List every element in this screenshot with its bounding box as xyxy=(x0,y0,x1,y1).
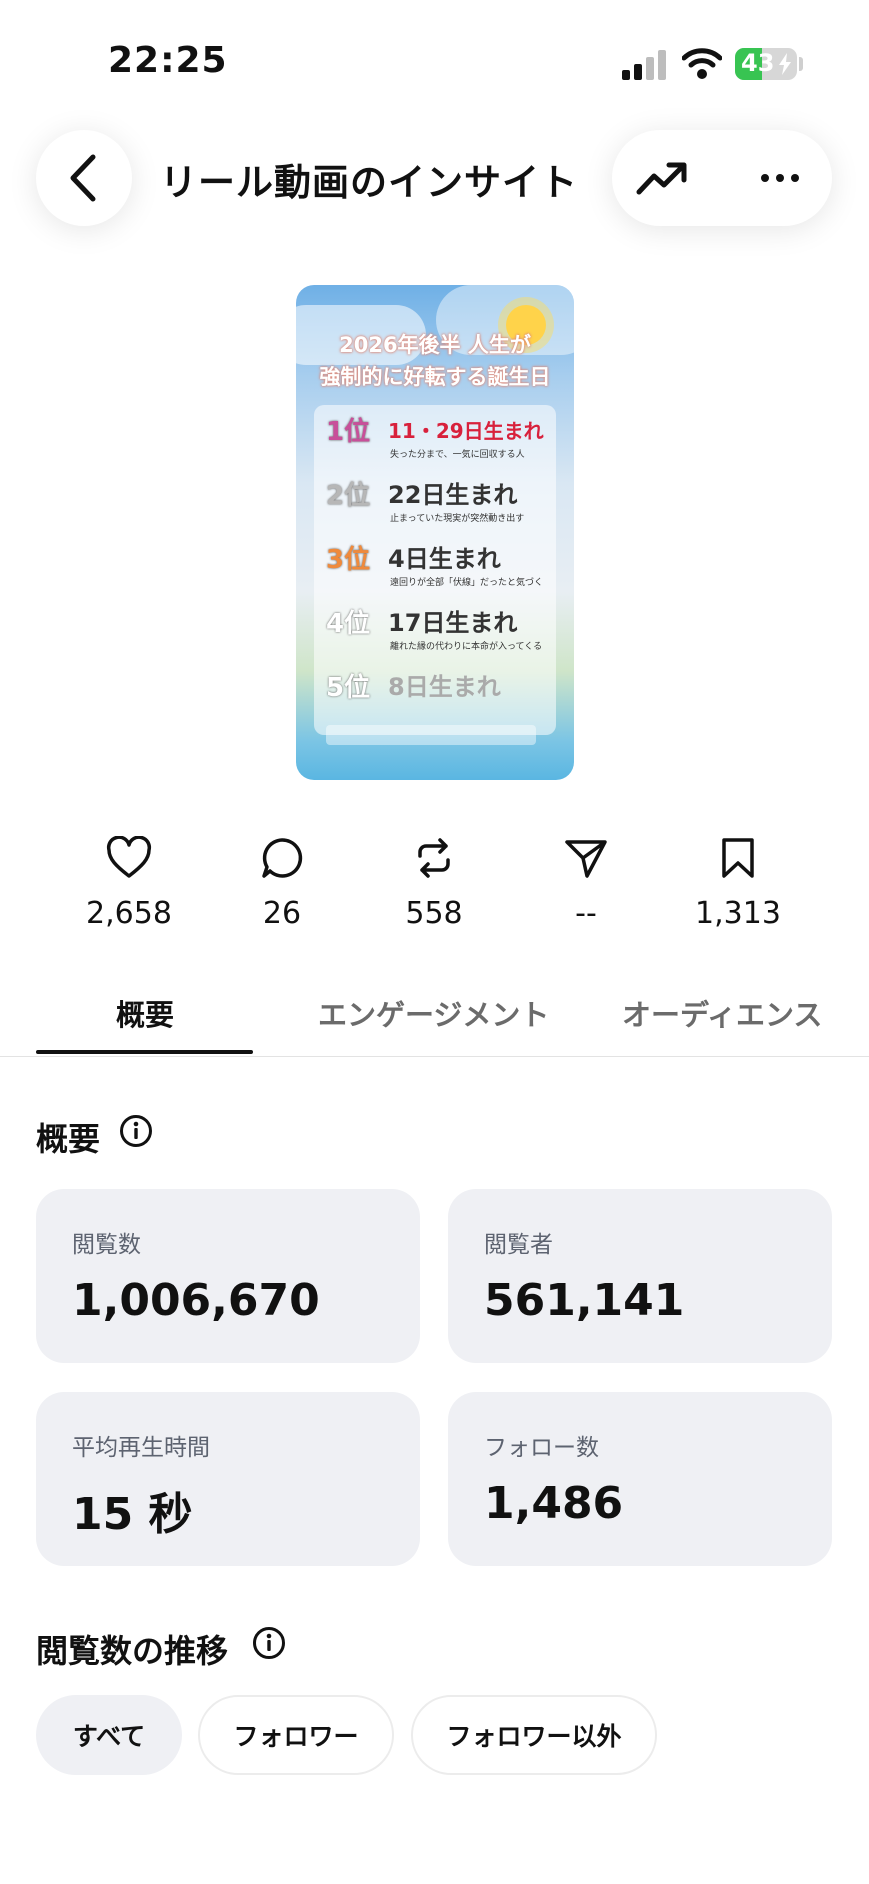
rank-subtitle: 遠回りが全部「伏線」だったと気づく xyxy=(390,578,544,588)
rank-subtitle: 離れた縁の代わりに本命が入ってくる xyxy=(390,642,543,652)
tab-overview[interactable]: 概要 xyxy=(116,992,174,1034)
saves-stat[interactable]: 1,313 xyxy=(663,836,813,931)
back-button[interactable] xyxy=(36,130,132,226)
rank-number: 4位 xyxy=(326,609,371,639)
thumbnail-title-line1: 2026年後半 人生が xyxy=(339,333,531,357)
shares-count: -- xyxy=(575,896,597,931)
likes-count: 2,658 xyxy=(86,896,172,931)
rank-number: 1位 xyxy=(326,417,371,447)
more-options-icon[interactable] xyxy=(760,170,800,186)
rank-subtitle: 止まっていた現実が突然動き出す xyxy=(390,514,525,524)
battery-level-text: 43 xyxy=(741,49,775,77)
info-icon[interactable] xyxy=(119,1114,153,1148)
thumbnail-scenery xyxy=(326,725,536,745)
rank-label: 8日生まれ xyxy=(388,673,501,701)
shares-stat[interactable]: -- xyxy=(511,836,661,931)
metric-label: 平均再生時間 xyxy=(72,1435,210,1461)
filter-non-followers-chip[interactable]: フォロワー以外 xyxy=(411,1695,657,1775)
reel-thumbnail[interactable]: 2026年後半 人生が 強制的に好転する誕生日 1位 11・29日生まれ 失った… xyxy=(296,285,574,780)
metric-value: 15 秒 xyxy=(72,1489,193,1540)
overview-title: 概要 xyxy=(36,1120,101,1158)
tab-engagement[interactable]: エンゲージメント xyxy=(318,992,549,1034)
battery-icon: 43 xyxy=(735,48,797,80)
tab-audience[interactable]: オーディエンス xyxy=(622,992,822,1034)
rank-label: 22日生まれ xyxy=(388,481,518,509)
rank-number: 3位 xyxy=(326,545,371,575)
reposts-stat[interactable]: 558 xyxy=(359,836,509,931)
active-tab-indicator xyxy=(36,1050,253,1054)
page-title: リール動画のインサイト xyxy=(160,161,578,204)
bookmark-icon xyxy=(722,838,754,878)
metric-card-avg-watch-time: 平均再生時間 15 秒 xyxy=(36,1392,420,1566)
metric-value: 1,486 xyxy=(484,1478,624,1529)
metric-label: 閲覧数 xyxy=(72,1232,141,1258)
tab-divider xyxy=(0,1056,869,1057)
rank-number: 2位 xyxy=(326,481,371,511)
metric-label: 閲覧者 xyxy=(484,1232,553,1258)
metric-label: フォロー数 xyxy=(484,1435,599,1461)
status-time: 22:25 xyxy=(108,40,228,81)
saves-count: 1,313 xyxy=(695,896,781,931)
metric-card-viewers: 閲覧者 561,141 xyxy=(448,1189,832,1363)
wifi-icon xyxy=(682,48,722,79)
battery-nub xyxy=(799,57,803,71)
cellular-signal-icon xyxy=(622,50,666,80)
views-trend-title: 閲覧数の推移 xyxy=(36,1632,229,1670)
metric-card-views: 閲覧数 1,006,670 xyxy=(36,1189,420,1363)
comments-stat[interactable]: 26 xyxy=(207,836,357,931)
metric-card-follows: フォロー数 1,486 xyxy=(448,1392,832,1566)
chevron-left-icon xyxy=(70,154,96,202)
filter-followers-chip[interactable]: フォロワー xyxy=(198,1695,394,1775)
charging-bolt-icon xyxy=(779,53,791,75)
rank-label: 11・29日生まれ xyxy=(388,419,544,443)
comment-icon xyxy=(262,838,303,878)
metric-value: 1,006,670 xyxy=(72,1275,320,1326)
trending-up-icon[interactable] xyxy=(636,158,688,198)
rank-label: 17日生まれ xyxy=(388,609,518,637)
filter-all-chip[interactable]: すべて xyxy=(36,1695,182,1775)
rank-number: 5位 xyxy=(326,673,371,703)
thumbnail-title-line2: 強制的に好転する誕生日 xyxy=(319,365,551,389)
reposts-count: 558 xyxy=(405,896,463,931)
repost-icon xyxy=(418,838,450,878)
info-icon[interactable] xyxy=(252,1626,286,1660)
rank-subtitle: 失った分まで、一気に回収する人 xyxy=(390,450,525,460)
share-icon xyxy=(565,840,607,878)
comments-count: 26 xyxy=(262,896,302,931)
likes-stat[interactable]: 2,658 xyxy=(54,836,204,931)
heart-icon xyxy=(106,836,152,878)
rank-label: 4日生まれ xyxy=(388,545,501,573)
metric-value: 561,141 xyxy=(484,1275,685,1326)
